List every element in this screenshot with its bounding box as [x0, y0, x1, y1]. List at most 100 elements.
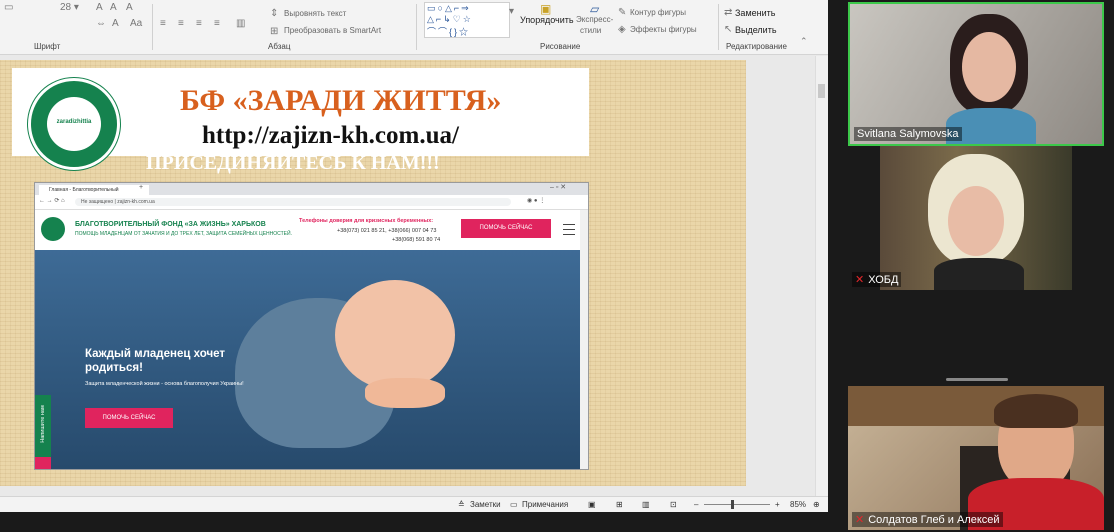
fund-logo: zaradizhittia: [28, 78, 120, 170]
font-color-icon[interactable]: A: [112, 18, 119, 29]
new-tab-icon[interactable]: +: [139, 184, 143, 191]
slide-title: БФ «ЗАРАДИ ЖИТТЯ»: [180, 84, 502, 117]
smartart-button[interactable]: Преобразовать в SmartArt: [284, 26, 381, 35]
quick-styles-label-2[interactable]: стили: [580, 26, 601, 35]
shape-effects-button[interactable]: Эффекты фигуры: [630, 25, 697, 34]
hero-help-button[interactable]: ПОМОЧЬ СЕЙЧАС: [85, 408, 173, 428]
char-spacing-icon[interactable]: ⇔: [96, 18, 106, 29]
align-text-icon[interactable]: ⇕: [270, 8, 278, 19]
participant-face: [948, 186, 1004, 256]
comments-button[interactable]: Примечания: [522, 500, 568, 509]
select-button[interactable]: Выделить: [735, 25, 777, 35]
powerpoint-window: ▭ 28 ▾ A A A ⇔ A Aa Шрифт ≡ ≡ ≡ ≡ ▥ ⇕ Вы…: [0, 0, 828, 512]
window-controls-icon[interactable]: – ▫ ✕: [550, 183, 566, 191]
video-tile-3[interactable]: ✕ Солдатов Глеб и Алексей: [848, 386, 1104, 530]
collapse-ribbon-icon[interactable]: ⌃: [800, 36, 808, 47]
align-right-icon[interactable]: ≡: [196, 18, 202, 29]
site-header: БЛАГОТВОРИТЕЛЬНЫЙ ФОНД «ЗА ЖИЗНЬ» ХАРЬКО…: [35, 210, 588, 250]
slide: zaradizhittia БФ «ЗАРАДИ ЖИТТЯ» http://z…: [0, 60, 746, 486]
menu-icon[interactable]: [563, 224, 575, 235]
mail-icon[interactable]: [35, 457, 51, 469]
shapes-row-1: ▭○△⌐⇒: [427, 3, 471, 13]
slide-header-box: zaradizhittia БФ «ЗАРАДИ ЖИТТЯ» http://z…: [12, 68, 589, 170]
align-center-icon[interactable]: ≡: [178, 18, 184, 29]
notes-button[interactable]: Заметки: [470, 500, 501, 509]
help-now-button[interactable]: ПОМОЧЬ СЕЙЧАС: [461, 219, 551, 238]
zoom-slider[interactable]: [704, 504, 770, 505]
status-bar: ≙ Заметки ▭ Примечания ▣ ⊞ ▥ ⊡ – + 85% ⊕: [0, 496, 828, 512]
arrange-icon[interactable]: ▣: [540, 2, 551, 16]
fit-slide-icon[interactable]: ⊕: [813, 500, 820, 509]
comments-icon[interactable]: ▭: [510, 500, 518, 509]
vertical-scrollbar[interactable]: [815, 56, 828, 496]
browser-address-bar: ← → ⟳ ⌂ Не защищено | zajizn-kh.com.ua ◉…: [35, 195, 588, 210]
participant-hair: [994, 394, 1078, 428]
ribbon-separator: [416, 4, 417, 50]
video-tile-2[interactable]: ✕ ХОБД: [848, 146, 1104, 290]
participant-name-2: ✕ ХОБД: [852, 272, 902, 287]
font-size-dropdown[interactable]: 28 ▾: [60, 2, 79, 13]
clear-format-icon[interactable]: A: [126, 2, 133, 13]
slideshow-icon[interactable]: ⊡: [670, 500, 677, 509]
participant-name-1: Svitlana Salymovska: [854, 127, 962, 141]
browser-tab-bar: Главная - Благотворительный + – ▫ ✕: [35, 183, 588, 195]
gallery-more-icon[interactable]: ▾: [509, 6, 514, 17]
video-tile-1[interactable]: Svitlana Salymovska: [848, 2, 1104, 146]
shapes-row-3: ⌒⌒{}☆: [427, 27, 471, 37]
mic-muted-icon: ✕: [855, 514, 865, 526]
logo-text: zaradizhittia: [56, 119, 92, 125]
drag-handle[interactable]: [946, 378, 1008, 381]
zoom-slider-thumb[interactable]: [731, 500, 734, 509]
slide-sorter-icon[interactable]: ⊞: [616, 500, 623, 509]
arrange-button[interactable]: Упорядочить: [520, 15, 574, 25]
replace-button[interactable]: Заменить: [735, 8, 775, 18]
nav-arrows-icon[interactable]: ← → ⟳ ⌂: [39, 197, 65, 204]
participant-face: [962, 32, 1016, 102]
paragraph-group-label: Абзац: [268, 42, 291, 51]
editing-group-label: Редактирование: [726, 42, 787, 51]
smartart-icon[interactable]: ⊞: [270, 26, 278, 37]
scrollbar-thumb[interactable]: [818, 84, 825, 98]
align-left-icon[interactable]: ≡: [160, 18, 166, 29]
browser-tab[interactable]: Главная - Благотворительный: [39, 185, 149, 195]
participant-top: [934, 258, 1024, 290]
font-case-icon[interactable]: Aa: [130, 18, 142, 29]
shape-outline-icon[interactable]: ✎: [618, 7, 626, 18]
phones-title: Телефоны доверия для кризисных беременны…: [299, 218, 434, 224]
participant-name-3: ✕ Солдатов Глеб и Алексей: [852, 512, 1003, 527]
zoom-in-icon[interactable]: +: [775, 500, 780, 509]
replace-icon[interactable]: ⇄: [724, 7, 732, 18]
shapes-gallery[interactable]: ▭○△⌐⇒ △⌐↳♡☆ ⌒⌒{}☆: [424, 2, 510, 38]
contact-side-tab[interactable]: Напишите нам: [35, 395, 51, 457]
ribbon-separator: [152, 4, 153, 50]
font-size-box[interactable]: ▭: [4, 2, 13, 13]
quick-styles-icon[interactable]: ▱: [590, 2, 599, 16]
site-subtitle: ПОМОЩЬ МЛАДЕНЦАМ ОТ ЗАЧАТИЯ И ДО ТРЕХ ЛЕ…: [75, 231, 292, 237]
logo-inner: zaradizhittia: [47, 97, 101, 151]
shape-effects-icon[interactable]: ◈: [618, 24, 626, 35]
reading-view-icon[interactable]: ▥: [642, 500, 650, 509]
decrease-font-icon[interactable]: A: [110, 2, 117, 13]
zoom-out-icon[interactable]: –: [694, 500, 698, 509]
browser-scrollbar[interactable]: [580, 210, 588, 469]
justify-icon[interactable]: ≡: [214, 18, 220, 29]
url-field[interactable]: Не защищено | zajizn-kh.com.ua: [75, 198, 511, 206]
drawing-group-label: Рисование: [540, 42, 581, 51]
quick-styles-label[interactable]: Экспресс-: [576, 15, 613, 24]
contact-side-tab-label: Напишите нам: [40, 405, 46, 443]
normal-view-icon[interactable]: ▣: [588, 500, 596, 509]
extensions-icon[interactable]: ◉ ● ⋮: [527, 197, 545, 204]
select-icon[interactable]: ↖: [724, 24, 732, 35]
columns-icon[interactable]: ▥: [236, 18, 245, 29]
phone-line-1: +38(073) 021 85 21, +38(066) 007 04 73: [337, 228, 437, 234]
notes-icon[interactable]: ≙: [458, 500, 465, 509]
baby-photo-hand: [365, 378, 445, 408]
shape-outline-button[interactable]: Контур фигуры: [630, 8, 686, 17]
website-screenshot: Главная - Благотворительный + – ▫ ✕ ← → …: [34, 182, 589, 470]
baby-photo-head: [335, 280, 455, 390]
increase-font-icon[interactable]: A: [96, 2, 103, 13]
align-text-button[interactable]: Выровнять текст: [284, 9, 346, 18]
site-name: БЛАГОТВОРИТЕЛЬНЫЙ ФОНД «ЗА ЖИЗНЬ» ХАРЬКО…: [75, 221, 266, 228]
shapes-row-2: △⌐↳♡☆: [427, 14, 473, 24]
zoom-level[interactable]: 85%: [790, 500, 806, 509]
